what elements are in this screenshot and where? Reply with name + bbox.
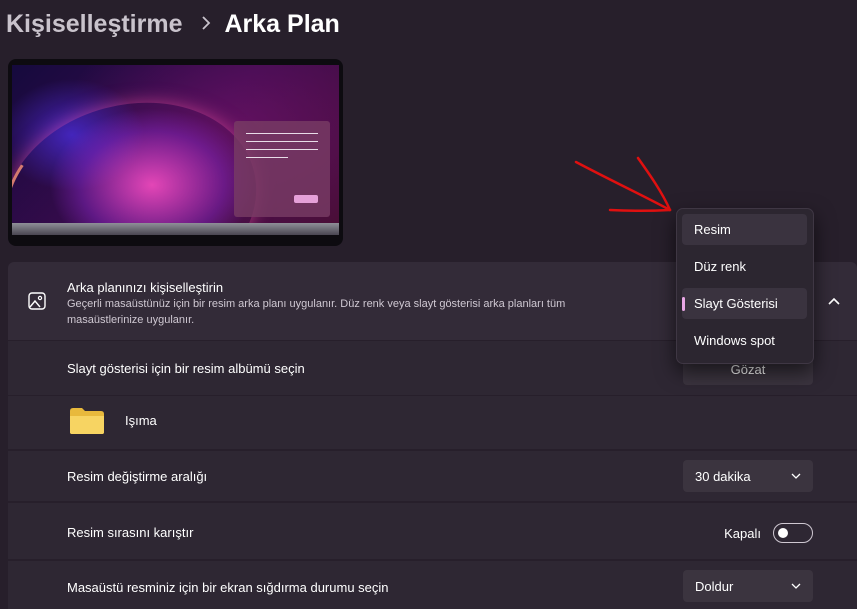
desktop-preview: [8, 59, 343, 246]
shuffle-toggle[interactable]: [773, 523, 813, 543]
fit-select[interactable]: Doldur: [683, 570, 813, 602]
option-duz-renk[interactable]: Düz renk: [682, 251, 807, 282]
preview-window: [234, 121, 330, 217]
fit-label: Masaüstü resminiz için bir ekran sığdırm…: [67, 580, 389, 595]
personalize-description: Geçerli masaüstünüz için bir resim arka …: [67, 298, 566, 326]
interval-label: Resim değiştirme aralığı: [67, 469, 208, 484]
selected-folder-row: Işıma: [8, 396, 857, 449]
chevron-right-icon: [201, 14, 211, 35]
page-title: Arka Plan: [224, 9, 340, 38]
option-slayt-gosterisi[interactable]: Slayt Gösterisi: [682, 288, 807, 319]
background-type-dropdown: Resim Düz renk Slayt Gösterisi Windows s…: [676, 208, 814, 364]
shuffle-state-label: Kapalı: [724, 526, 761, 541]
folder-icon: [70, 408, 104, 434]
option-slayt-gosterisi-label: Slayt Gösterisi: [694, 296, 778, 311]
album-label: Slayt gösterisi için bir resim albümü se…: [67, 361, 305, 376]
image-icon: [28, 292, 46, 310]
wallpaper-preview-image: [12, 65, 339, 235]
annotation-arrow-icon: [574, 156, 672, 212]
folder-name: Işıma: [125, 413, 157, 428]
selection-indicator: [682, 297, 685, 311]
shuffle-row: Resim sırasını karıştır Kapalı: [8, 503, 857, 559]
breadcrumb-parent-link[interactable]: Kişiselleştirme: [6, 10, 183, 39]
chevron-down-icon: [791, 583, 801, 589]
shuffle-label: Resim sırasını karıştır: [67, 525, 194, 540]
interval-row: Resim değiştirme aralığı 30 dakika: [8, 451, 857, 501]
option-windows-spot[interactable]: Windows spot: [682, 325, 807, 356]
chevron-down-icon: [791, 473, 801, 479]
breadcrumb: Kişiselleştirme Arka Plan: [6, 6, 340, 42]
interval-select[interactable]: 30 dakika: [683, 460, 813, 492]
personalize-title: Arka planınızı kişiselleştirin: [67, 280, 224, 295]
toggle-knob: [778, 528, 788, 538]
fit-row: Masaüstü resminiz için bir ekran sığdırm…: [8, 561, 857, 609]
chevron-up-icon[interactable]: [827, 294, 841, 308]
preview-taskbar: [12, 223, 339, 235]
option-resim[interactable]: Resim: [682, 214, 807, 245]
interval-value: 30 dakika: [695, 468, 751, 484]
fit-value: Doldur: [695, 578, 734, 594]
